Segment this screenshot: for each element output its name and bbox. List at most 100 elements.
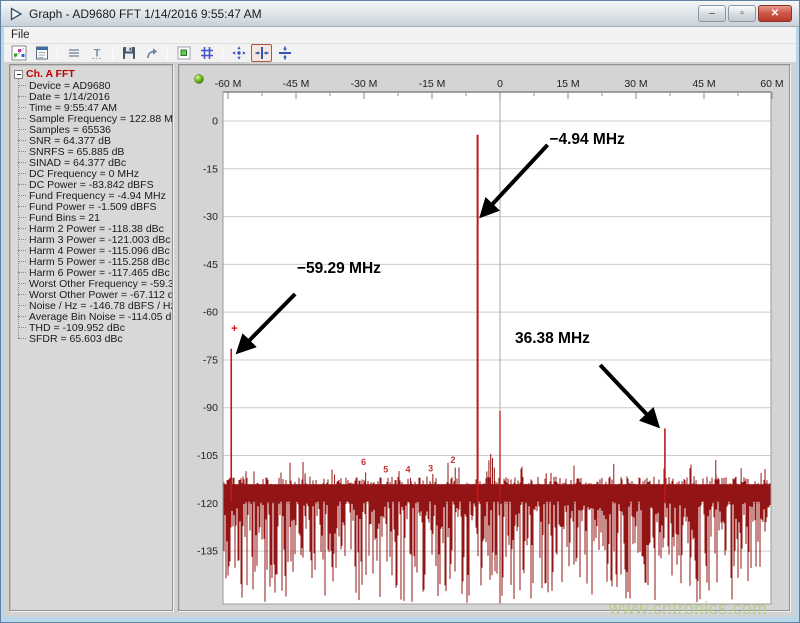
annotations-toggle-icon xyxy=(176,45,192,61)
tree-item[interactable]: Samples = 65536 xyxy=(18,124,170,135)
tree-item[interactable]: Time = 9:55:47 AM xyxy=(18,102,170,113)
point-marker: + xyxy=(231,323,237,335)
fit-vertical-button[interactable] xyxy=(274,44,295,62)
x-tick-label: 0 xyxy=(497,78,503,90)
harmonic-marker: 5 xyxy=(383,464,388,474)
tree-item[interactable]: Harm 3 Power = -121.003 dBc xyxy=(18,234,170,245)
harmonic-marker: 6 xyxy=(361,457,366,467)
tree-connector xyxy=(18,118,26,119)
tree-item[interactable]: DC Power = -83.842 dBFS xyxy=(18,179,170,190)
tree-root[interactable]: Ch. A FFT xyxy=(14,68,170,80)
window-controls: –▫✕ xyxy=(698,5,792,22)
menu-file[interactable]: File xyxy=(4,28,37,42)
tree-connector xyxy=(18,96,26,97)
tree-connector xyxy=(18,85,26,86)
export-icon xyxy=(144,45,160,61)
client-area: Ch. A FFT Device = AD9680Date = 1/14/201… xyxy=(4,63,796,617)
app-window: Graph - AD9680 FFT 1/14/2016 9:55:47 AM … xyxy=(0,0,800,623)
svg-text:T: T xyxy=(93,48,100,60)
tree-item[interactable]: Fund Power = -1.509 dBFS xyxy=(18,201,170,212)
tree-item[interactable]: Harm 4 Power = -115.096 dBc xyxy=(18,245,170,256)
grid-toggle-icon xyxy=(199,45,215,61)
tree-connector xyxy=(18,107,26,108)
harmonic-marker: 4 xyxy=(405,464,410,474)
form-view-button[interactable] xyxy=(31,44,52,62)
tree-item[interactable]: Noise / Hz = -146.78 dBFS / Hz xyxy=(18,300,170,311)
fft-chart[interactable]: 0-15-30-45-60-75-90-105-120-135-60 M-45 … xyxy=(180,66,790,611)
tree-connector xyxy=(18,217,26,218)
save-icon xyxy=(121,45,137,61)
tree-connector xyxy=(18,239,26,240)
app-icon xyxy=(8,6,24,22)
title-bar: Graph - AD9680 FFT 1/14/2016 9:55:47 AM … xyxy=(1,1,799,27)
x-tick-label: 45 M xyxy=(692,78,715,90)
tree-connector xyxy=(18,283,26,284)
tree-item[interactable]: Date = 1/14/2016 xyxy=(18,91,170,102)
fit-horizontal-button[interactable] xyxy=(251,44,272,62)
tree-item[interactable]: Worst Other Power = -67.112 dBFS xyxy=(18,289,170,300)
annotation-label: −59.29 MHz xyxy=(297,260,381,277)
save-button[interactable] xyxy=(118,44,139,62)
tree-connector xyxy=(18,151,26,152)
form-view-icon xyxy=(34,45,50,61)
fit-all-icon xyxy=(231,45,247,61)
tree-item[interactable]: Fund Bins = 21 xyxy=(18,212,170,223)
tree-connector xyxy=(18,184,26,185)
app-body: File T Ch. A FFT Device = AD9680Date = 1… xyxy=(4,27,796,617)
tree-item[interactable]: Device = AD9680 xyxy=(18,80,170,91)
minimize-button[interactable]: – xyxy=(698,5,726,22)
annotations-toggle-button[interactable] xyxy=(173,44,194,62)
tree-item[interactable]: SNRFS = 65.885 dB xyxy=(18,146,170,157)
grid-toggle-button[interactable] xyxy=(196,44,217,62)
export-button[interactable] xyxy=(141,44,162,62)
tree-item[interactable]: Harm 6 Power = -117.465 dBc xyxy=(18,267,170,278)
tree-item[interactable]: SINAD = 64.377 dBc xyxy=(18,157,170,168)
harmonic-marker: 3 xyxy=(428,463,433,473)
tree-item[interactable]: DC Frequency = 0 MHz xyxy=(18,168,170,179)
toolbar-separator xyxy=(57,46,58,60)
tree-item[interactable]: Average Bin Noise = -114.05 dBFS xyxy=(18,311,170,322)
watermark: www.cntronics.com xyxy=(609,598,767,619)
tree-connector xyxy=(18,338,26,339)
tree-item[interactable]: SNR = 64.377 dB xyxy=(18,135,170,146)
x-tick-label: -30 M xyxy=(351,78,378,90)
tree-connector xyxy=(18,250,26,251)
tree-item[interactable]: Harm 2 Power = -118.38 dBc xyxy=(18,223,170,234)
annotation-label: −4.94 MHz xyxy=(549,131,625,148)
graph-properties-button[interactable] xyxy=(8,44,29,62)
tree-connector xyxy=(18,162,26,163)
tree-item[interactable]: Fund Frequency = -4.94 MHz xyxy=(18,190,170,201)
tree-item[interactable]: THD = -109.952 dBc xyxy=(18,322,170,333)
y-tick-label: -105 xyxy=(197,450,218,462)
graph-properties-icon xyxy=(11,45,27,61)
tree-connector xyxy=(18,173,26,174)
tree-item[interactable]: Harm 5 Power = -115.258 dBc xyxy=(18,256,170,267)
x-tick-label: -45 M xyxy=(283,78,310,90)
toolbar-separator xyxy=(222,46,223,60)
tree-item-label: SFDR = 65.603 dBc xyxy=(29,333,123,345)
harmonic-marker: 2 xyxy=(450,455,455,465)
x-tick-label: 60 M xyxy=(760,78,783,90)
list-view-button[interactable] xyxy=(63,44,84,62)
tree-item[interactable]: Sample Frequency = 122.88 MHz xyxy=(18,113,170,124)
fit-horizontal-icon xyxy=(254,45,270,61)
y-tick-label: -45 xyxy=(203,259,218,271)
tree-connector xyxy=(18,140,26,141)
tree-connector xyxy=(18,294,26,295)
tree-connector xyxy=(18,261,26,262)
close-button[interactable]: ✕ xyxy=(758,5,792,22)
tree-item[interactable]: SFDR = 65.603 dBc xyxy=(18,333,170,344)
x-tick-label: 15 M xyxy=(556,78,579,90)
tree-connector xyxy=(18,228,26,229)
tree-connector xyxy=(18,206,26,207)
tree-connector xyxy=(18,327,26,328)
y-tick-label: -135 xyxy=(197,546,218,558)
cursor-label-button[interactable]: T xyxy=(86,44,107,62)
x-tick-label: 30 M xyxy=(624,78,647,90)
list-view-icon xyxy=(66,45,82,61)
menu-bar: File xyxy=(4,27,796,44)
maximize-button[interactable]: ▫ xyxy=(728,5,756,22)
fit-all-button[interactable] xyxy=(228,44,249,62)
status-green-dot-icon xyxy=(195,75,204,84)
tree-item[interactable]: Worst Other Frequency = -59.38 MHz xyxy=(18,278,170,289)
